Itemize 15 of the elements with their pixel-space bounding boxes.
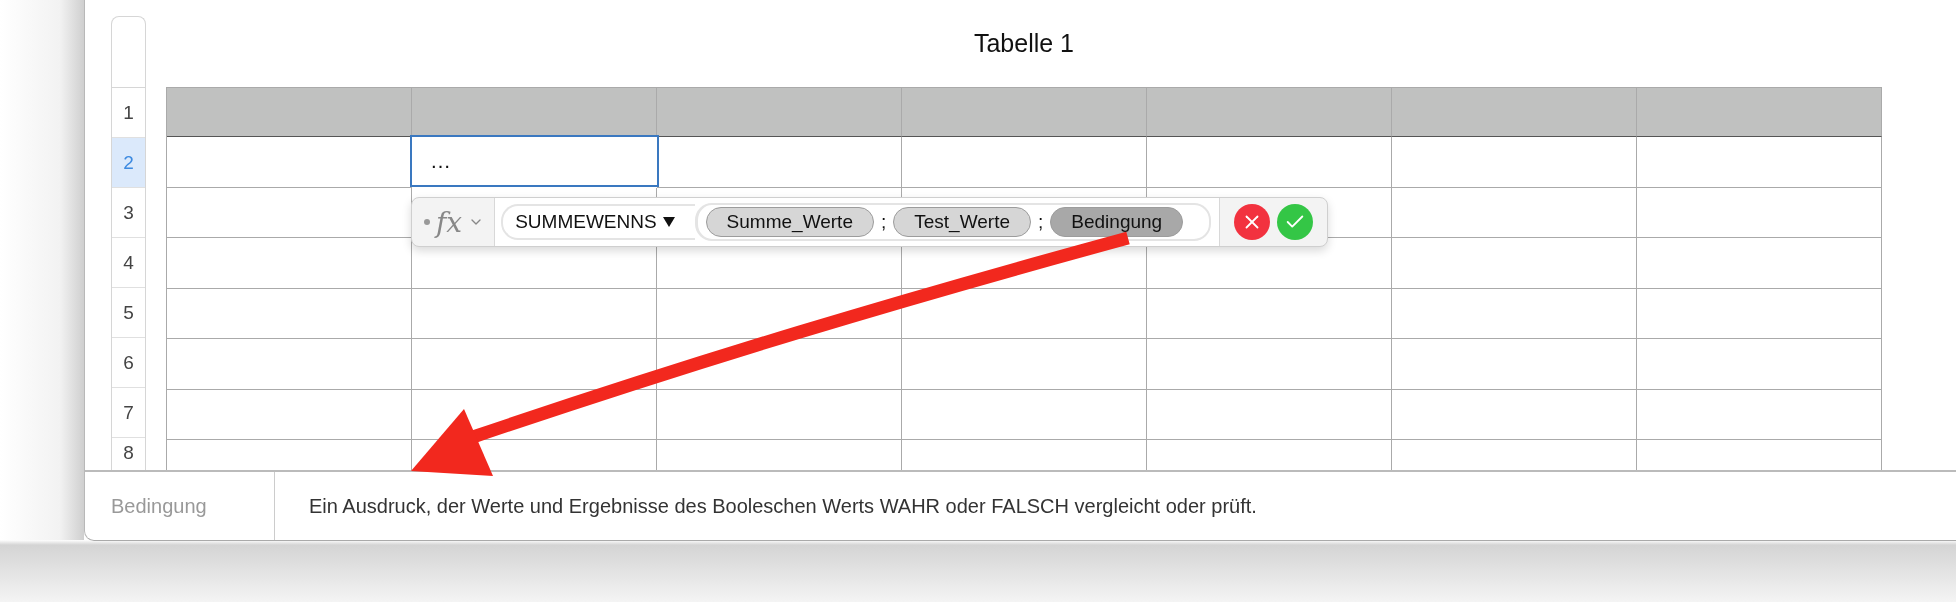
argument-description: Ein Ausdruck, der Werte und Ergebnisse des Booleschen Werts WAHR oder FALSCH vergleicht oder prüft. [308,494,1257,518]
argument-token[interactable]: Test_Werte [893,207,1031,237]
dot-icon [424,219,430,225]
active-cell[interactable]: … [410,135,659,187]
triangle-icon [662,217,675,227]
separator: ; [879,211,888,233]
fx-label: fx [436,205,463,239]
argument-token[interactable]: Summe_Werte [705,207,874,237]
separator: ; [1037,211,1045,233]
argument-name: Bedingung [85,472,275,540]
argument-token[interactable]: Bedingung [1050,207,1184,237]
table-title: Tabelle 1 [973,29,1075,58]
confirm-button[interactable] [1277,204,1314,240]
function-token[interactable]: SUMMEWENNS [501,204,695,240]
cancel-button[interactable] [1234,204,1271,240]
